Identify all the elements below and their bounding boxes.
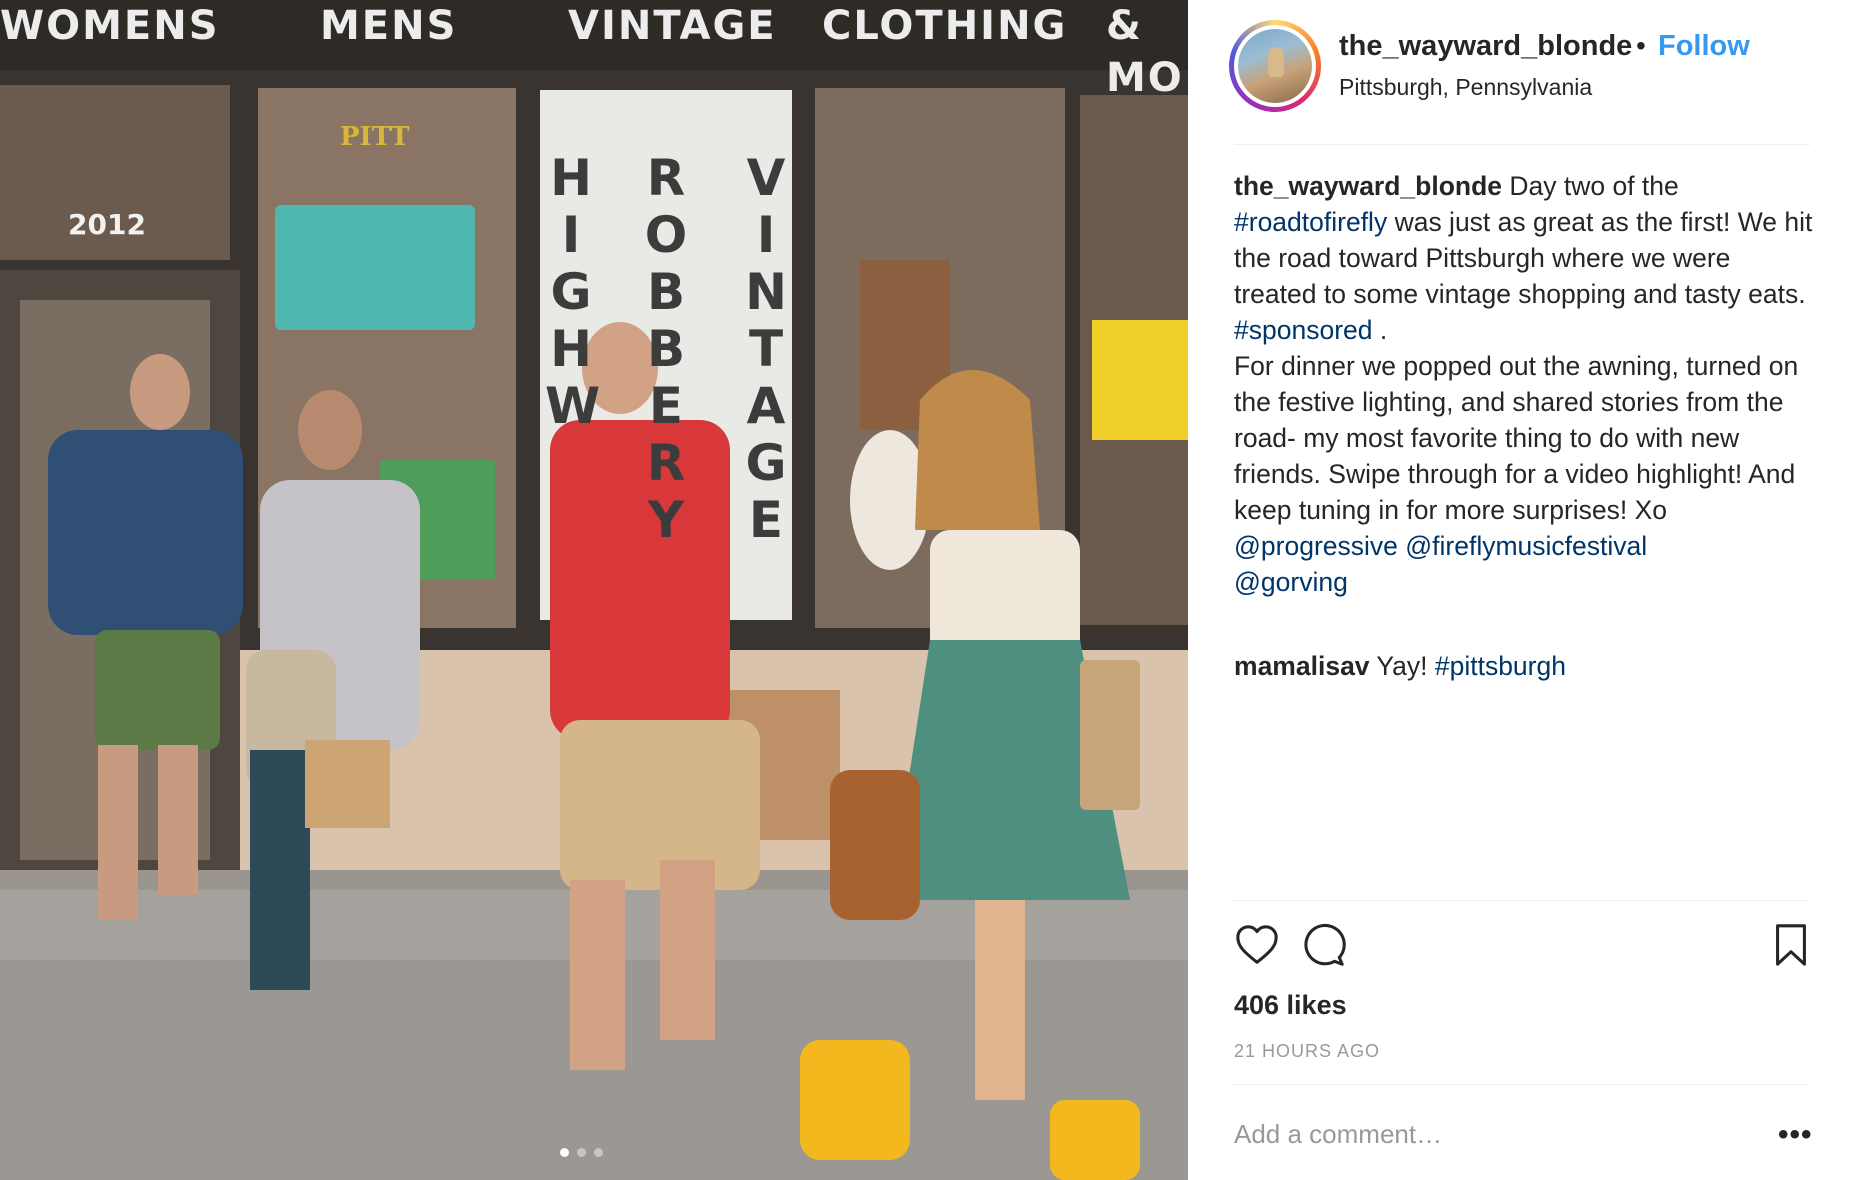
sign-more: & MO (1106, 3, 1184, 101)
mention-gorving[interactable]: @gorving (1234, 567, 1348, 597)
mention-progressive[interactable]: @progressive (1234, 531, 1398, 561)
sign-clothing: CLOTHING (822, 3, 1068, 49)
bookmark-icon[interactable] (1768, 922, 1814, 968)
caption-text: Day two of the (1502, 171, 1679, 201)
pitt-pennant: PITT (340, 122, 410, 152)
caption-username[interactable]: the_wayward_blonde (1234, 171, 1502, 201)
hashtag-sponsored[interactable]: #sponsored (1234, 315, 1373, 345)
more-options-icon[interactable]: ••• (1778, 1118, 1813, 1152)
post-timestamp[interactable]: 21 HOURS AGO (1234, 1041, 1380, 1062)
header-divider (1234, 144, 1810, 145)
heart-icon[interactable] (1234, 922, 1280, 968)
comment-divider (1234, 1084, 1810, 1085)
door-year: 2012 (68, 208, 146, 241)
caption-text: . (1372, 315, 1388, 345)
comment-text: Yay! (1369, 651, 1435, 681)
caption-paragraph: For dinner we popped out the awning, tur… (1234, 351, 1799, 525)
mention-fireflymusicfestival[interactable]: @fireflymusicfestival (1405, 531, 1647, 561)
banner-word-robbery: ROBBERY (644, 149, 688, 549)
hashtag-pittsburgh[interactable]: #pittsburgh (1435, 651, 1566, 681)
action-bar (1234, 922, 1814, 972)
header-username[interactable]: the_wayward_blonde (1339, 30, 1632, 63)
post-photo[interactable]: WOMENS MENS VINTAGE CLOTHING & MO HIGHW … (0, 0, 1188, 1180)
banner-word-highw: HIGHW (545, 149, 601, 435)
sign-womens: WOMENS (0, 3, 220, 49)
sign-mens: MENS (320, 3, 458, 49)
comment-item: mamalisav Yay! #pittsburgh (1234, 648, 1814, 684)
sign-vintage: VINTAGE (568, 3, 777, 49)
carousel-indicator (560, 1148, 603, 1157)
carousel-dot (577, 1148, 586, 1157)
hashtag-roadtofirefly[interactable]: #roadtofirefly (1234, 207, 1387, 237)
comment-bubble-icon[interactable] (1300, 922, 1346, 968)
post-caption: the_wayward_blonde Day two of the #roadt… (1234, 168, 1814, 600)
follow-button[interactable]: Follow (1658, 30, 1750, 63)
add-comment-input[interactable] (1234, 1114, 1734, 1154)
location-link[interactable]: Pittsburgh, Pennsylvania (1339, 74, 1592, 101)
comment-username[interactable]: mamalisav (1234, 651, 1370, 681)
carousel-dot-active (560, 1148, 569, 1157)
avatar[interactable] (1238, 29, 1312, 103)
header-separator: • (1636, 30, 1646, 61)
banner-word-vintage: VINTAGE (745, 149, 787, 549)
carousel-dot (594, 1148, 603, 1157)
post-sidebar: the_wayward_blonde • Follow Pittsburgh, … (1188, 0, 1852, 1180)
likes-count[interactable]: 406 likes (1234, 990, 1347, 1021)
actions-divider (1234, 900, 1810, 901)
